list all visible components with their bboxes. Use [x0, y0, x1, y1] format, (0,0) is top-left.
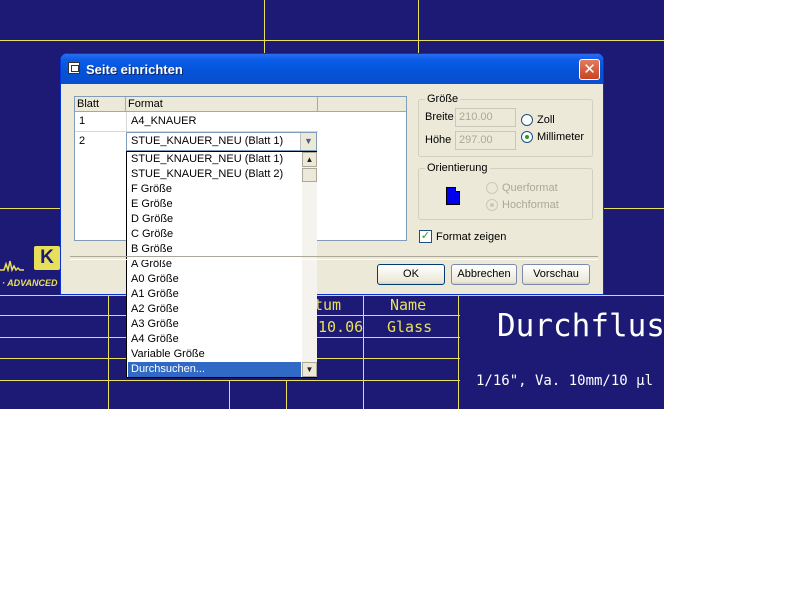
column-header-blatt[interactable]: Blatt	[75, 97, 126, 112]
preview-button[interactable]: Vorschau	[522, 264, 590, 285]
format-dropdown-list: STUE_KNAUER_NEU (Blatt 1) STUE_KNAUER_NE…	[126, 151, 317, 378]
landscape-radio[interactable]	[486, 182, 498, 194]
height-label: Höhe	[425, 134, 452, 146]
drawing-line	[264, 0, 265, 53]
dropdown-option[interactable]: STUE_KNAUER_NEU (Blatt 2)	[128, 167, 301, 182]
format-combobox[interactable]: STUE_KNAUER_NEU (Blatt 1) ▼	[126, 132, 317, 151]
column-header-name: Name	[390, 296, 427, 314]
unit-inch-label: Zoll	[537, 114, 555, 126]
drawing-line	[0, 40, 664, 41]
logo-tagline: · ADVANCED	[2, 278, 58, 288]
logo-wave-icon	[0, 260, 24, 272]
close-button[interactable]: ✕	[579, 59, 600, 80]
chevron-down-icon[interactable]: ▼	[300, 133, 316, 150]
scroll-up-icon[interactable]: ▲	[302, 152, 317, 167]
drawing-line	[418, 0, 419, 53]
window-icon	[68, 62, 80, 74]
drawing-spec: 1/16", Va. 10mm/10 µl	[476, 373, 654, 389]
drawing-line	[0, 380, 460, 381]
dropdown-option[interactable]: F Größe	[128, 182, 301, 197]
ok-button[interactable]: OK	[377, 264, 445, 285]
cancel-button[interactable]: Abbrechen	[451, 264, 517, 285]
scroll-thumb[interactable]	[302, 168, 317, 182]
dropdown-option[interactable]: D Größe	[128, 212, 301, 227]
unit-inch-radio[interactable]	[521, 114, 533, 126]
dropdown-option[interactable]: STUE_KNAUER_NEU (Blatt 1)	[128, 152, 301, 167]
size-group-legend: Größe	[427, 93, 459, 105]
dropdown-option-selected[interactable]: Durchsuchen...	[128, 362, 301, 377]
dropdown-option[interactable]: A1 Größe	[128, 287, 301, 302]
company-logo: K	[34, 246, 60, 270]
width-label: Breite	[425, 111, 454, 123]
name-value: Glass	[387, 318, 433, 336]
dialog-titlebar[interactable]: Seite einrichten ✕	[61, 54, 603, 84]
dialog-separator	[70, 256, 598, 260]
dropdown-option[interactable]: C Größe	[128, 227, 301, 242]
show-format-checkbox[interactable]: ✓	[419, 230, 432, 243]
drawing-line	[286, 380, 287, 409]
format-combobox-value: STUE_KNAUER_NEU (Blatt 1)	[131, 135, 284, 147]
portrait-page-icon	[446, 187, 460, 205]
show-format-label: Format zeigen	[436, 231, 507, 243]
dropdown-option[interactable]: A2 Größe	[128, 302, 301, 317]
dropdown-scrollbar[interactable]: ▲ ▼	[302, 152, 317, 377]
dialog-title: Seite einrichten	[86, 62, 183, 77]
landscape-label: Querformat	[502, 182, 558, 194]
scroll-down-icon[interactable]: ▼	[302, 362, 317, 377]
column-header-format[interactable]: Format	[126, 97, 318, 112]
width-field[interactable]: 210.00	[455, 108, 516, 127]
column-header-blank	[318, 97, 406, 112]
dropdown-option[interactable]: E Größe	[128, 197, 301, 212]
row-1-blatt[interactable]: 1	[75, 112, 126, 131]
height-field[interactable]: 297.00	[455, 131, 516, 150]
dropdown-option[interactable]: B Größe	[128, 242, 301, 257]
date-value: 10.06	[318, 318, 364, 336]
dropdown-option[interactable]: A4 Größe	[128, 332, 301, 347]
dropdown-option[interactable]: Variable Größe	[128, 347, 301, 362]
orientation-group-legend: Orientierung	[427, 162, 488, 174]
drawing-line	[363, 295, 364, 409]
row-1-format[interactable]: A4_KNAUER	[126, 112, 318, 131]
column-header-datum: tum	[314, 296, 342, 314]
drawing-title: Durchfluss	[497, 308, 664, 344]
row-2-blatt[interactable]: 2	[75, 132, 126, 151]
portrait-radio[interactable]	[486, 199, 498, 211]
dropdown-option[interactable]: A3 Größe	[128, 317, 301, 332]
drawing-line	[458, 295, 459, 409]
unit-mm-radio[interactable]	[521, 131, 533, 143]
drawing-line	[229, 380, 230, 409]
drawing-line	[108, 295, 109, 409]
unit-mm-label: Millimeter	[537, 131, 585, 143]
dropdown-option[interactable]: A0 Größe	[128, 272, 301, 287]
portrait-label: Hochformat	[502, 199, 559, 211]
